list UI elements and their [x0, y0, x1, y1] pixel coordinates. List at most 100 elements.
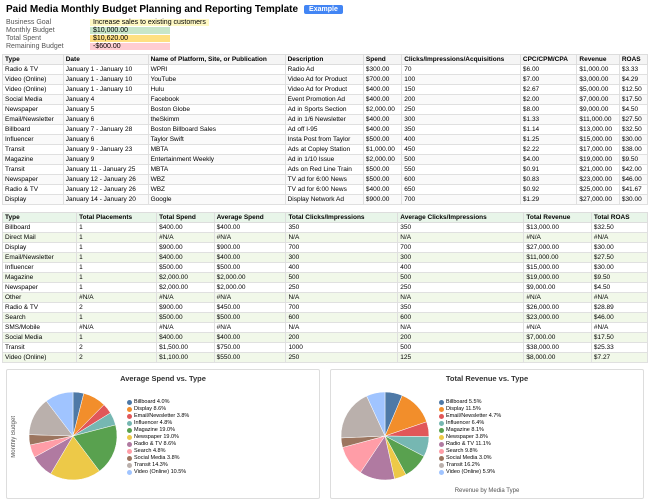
chart-revenue-legend: Billboard 5.5%Display 11.5%Email/Newslet… [439, 399, 501, 475]
detail-col-header: Date [63, 55, 148, 65]
remaining-budget-label: Remaining Budget [6, 43, 86, 50]
legend-dot [127, 435, 132, 440]
legend-item: Social Media 3.8% [127, 455, 189, 461]
chart-revenue-title: Total Revenue vs. Type [335, 374, 639, 383]
table-row: Email/Newsletter1$400.00$400.00300300$11… [3, 253, 648, 263]
table-row: Billboard1$400.00$400.00350350$13,000.00… [3, 223, 648, 233]
table-row: TransitJanuary 11 - January 25MBTAAds on… [3, 165, 648, 175]
legend-item: Newspaper 19.0% [127, 434, 189, 440]
table-row: Video (Online)2$1,100.00$550.00250125$8,… [3, 353, 648, 363]
chart-spend-title: Average Spend vs. Type [11, 374, 315, 383]
total-spent-value: $10,620.00 [90, 35, 170, 42]
summary-col-header: Average Spend [214, 213, 286, 223]
legend-dot [127, 428, 132, 433]
legend-dot [127, 442, 132, 447]
table-row: Transit2$1,500.00$750.001000500$38,000.0… [3, 343, 648, 353]
chart-spend-pie [23, 386, 123, 488]
business-goal-value: Increase sales to existing customers [90, 19, 209, 26]
legend-item: Transit 14.3% [127, 462, 189, 468]
legend-dot [439, 414, 444, 419]
legend-dot [127, 414, 132, 419]
table-row: Email/NewsletterJanuary 6theSkimmAd in 1… [3, 115, 648, 125]
summary-table: TypeTotal PlacementsTotal SpendAverage S… [2, 212, 648, 363]
legend-item: Email/Newsletter 4.7% [439, 413, 501, 419]
table-row: NewspaperJanuary 5Boston GlobeAd in Spor… [3, 105, 648, 115]
table-row: Social Media1$400.00$400.00200200$7,000.… [3, 333, 648, 343]
table-row: Direct Mail1#N/A#N/AN/AN/A#N/A#N/A [3, 233, 648, 243]
table-row: Social MediaJanuary 4FacebookEvent Promo… [3, 95, 648, 105]
legend-item: Search 9.8% [439, 448, 501, 454]
legend-dot [439, 407, 444, 412]
legend-item: Search 4.8% [127, 448, 189, 454]
detail-table: TypeDateName of Platform, Site, or Publi… [2, 54, 648, 205]
chart-spend-ylabel: Monthly Budget [11, 416, 17, 458]
monthly-budget-label: Monthly Budget [6, 27, 86, 34]
detail-col-header: CPC/CPM/CPA [520, 55, 577, 65]
summary-col-header: Total ROAS [591, 213, 647, 223]
legend-item: Billboard 4.0% [127, 399, 189, 405]
legend-item: Display 8.6% [127, 406, 189, 412]
table-row: MagazineJanuary 9Entertainment WeeklyAd … [3, 155, 648, 165]
legend-dot [439, 442, 444, 447]
detail-col-header: Revenue [577, 55, 619, 65]
summary-col-header: Total Spend [157, 213, 215, 223]
legend-item: Influencer 6.4% [439, 420, 501, 426]
chart-spend-legend: Billboard 4.0%Display 8.6%Email/Newslett… [127, 399, 189, 475]
table-row: SMS/Mobile#N/A#N/A#N/AN/AN/A#N/A#N/A [3, 323, 648, 333]
detail-col-header: Description [285, 55, 363, 65]
table-row: BillboardJanuary 7 - January 28Boston Bi… [3, 125, 648, 135]
detail-col-header: ROAS [619, 55, 647, 65]
table-row: Video (Online)January 1 - January 10Hulu… [3, 85, 648, 95]
legend-item: Transit 16.2% [439, 462, 501, 468]
table-row: Other#N/A#N/A#N/AN/AN/A#N/A#N/A [3, 293, 648, 303]
table-row: Video (Online)January 1 - January 10YouT… [3, 75, 648, 85]
legend-dot [127, 407, 132, 412]
monthly-budget-value: $10,000.00 [90, 27, 170, 34]
legend-dot [127, 449, 132, 454]
legend-item: Display 11.5% [439, 406, 501, 412]
legend-item: Social Media 3.0% [439, 455, 501, 461]
detail-table-wrap: TypeDateName of Platform, Site, or Publi… [0, 52, 650, 207]
table-row: Radio & TV2$900.00$450.00700350$26,000.0… [3, 303, 648, 313]
chart-spend: Average Spend vs. Type Monthly Budget Bi… [6, 369, 320, 499]
total-spent-label: Total Spent [6, 35, 86, 42]
legend-item: Radio & TV 11.1% [439, 441, 501, 447]
table-row: Display1$900.00$900.00700700$27,000.00$3… [3, 243, 648, 253]
remaining-budget-value: -$600.00 [90, 43, 170, 50]
legend-dot [127, 456, 132, 461]
table-row: TransitJanuary 9 - January 23MBTAAds at … [3, 145, 648, 155]
detail-col-header: Clicks/Impressions/Acquisitions [402, 55, 521, 65]
summary-col-header: Total Revenue [524, 213, 592, 223]
legend-item: Influencer 4.8% [127, 420, 189, 426]
table-row: DisplayJanuary 14 - January 20GoogleDisp… [3, 195, 648, 205]
legend-dot [439, 449, 444, 454]
legend-item: Video (Online) 10.5% [127, 469, 189, 475]
legend-dot [439, 456, 444, 461]
summary-table-wrap: TypeTotal PlacementsTotal SpendAverage S… [0, 210, 650, 365]
legend-dot [439, 400, 444, 405]
table-row: Radio & TVJanuary 12 - January 26WBZTV a… [3, 185, 648, 195]
goals-section: Business Goal Increase sales to existing… [0, 17, 650, 52]
legend-dot [127, 421, 132, 426]
summary-col-header: Total Clicks/Impressions [286, 213, 398, 223]
business-goal-label: Business Goal [6, 19, 86, 26]
summary-col-header: Total Placements [77, 213, 157, 223]
summary-col-header: Average Clicks/Impressions [398, 213, 524, 223]
legend-dot [439, 428, 444, 433]
legend-item: Newspaper 3.8% [439, 434, 501, 440]
table-row: Magazine1$2,000.00$2,000.00500500$19,000… [3, 273, 648, 283]
chart-revenue-pie [335, 386, 435, 488]
legend-dot [127, 400, 132, 405]
table-row: NewspaperJanuary 12 - January 26WBZTV ad… [3, 175, 648, 185]
legend-item: Magazine 8.1% [439, 427, 501, 433]
summary-col-header: Type [3, 213, 77, 223]
detail-col-header: Spend [363, 55, 401, 65]
table-row: Influencer1$500.00$500.00400400$15,000.0… [3, 263, 648, 273]
table-row: InfluencerJanuary 6Taylor SwiftInsta Pos… [3, 135, 648, 145]
legend-item: Radio & TV 8.6% [127, 441, 189, 447]
legend-item: Video (Online) 5.9% [439, 469, 501, 475]
legend-dot [127, 463, 132, 468]
legend-item: Billboard 5.5% [439, 399, 501, 405]
chart-revenue-xlabel: Revenue by Media Type [335, 488, 639, 494]
detail-col-header: Name of Platform, Site, or Publication [148, 55, 285, 65]
